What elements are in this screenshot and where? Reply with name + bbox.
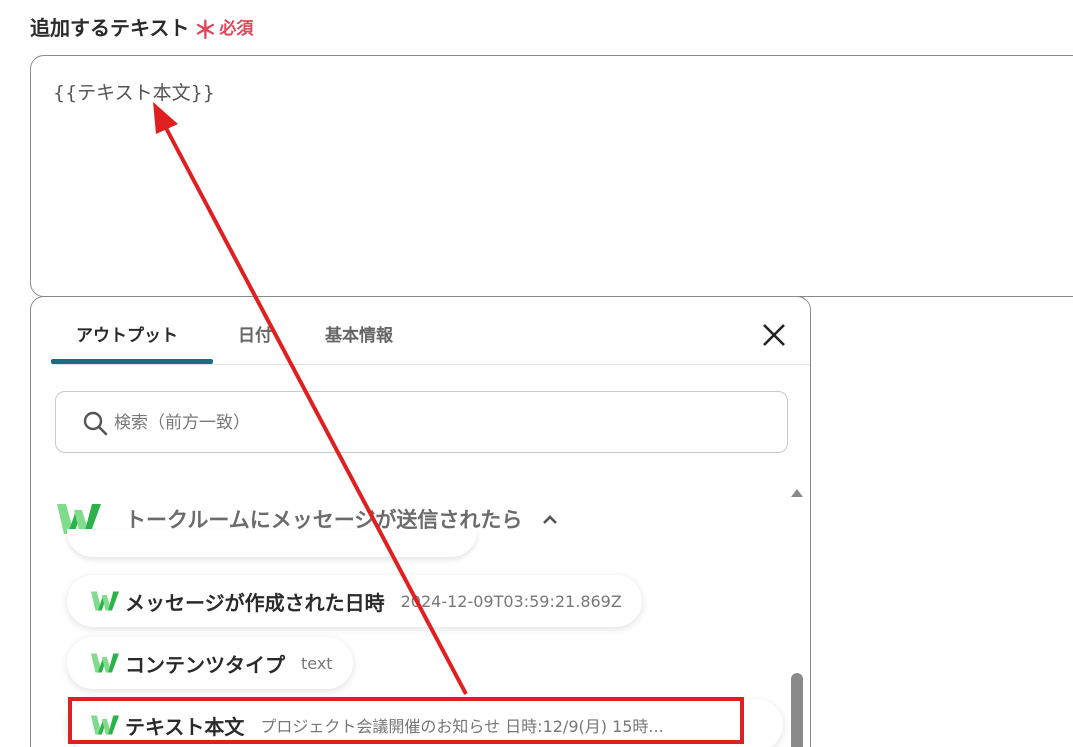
scroll-up-arrow[interactable]: [791, 489, 803, 497]
list-item-text-body[interactable]: テキスト本文 プロジェクト会議開催のお知らせ 日時:12/9(月) 15時...: [67, 699, 783, 747]
scrollbar-thumb[interactable]: [791, 673, 803, 747]
item-label: コンテンツタイプ: [125, 652, 285, 677]
list-item-created-at[interactable]: メッセージが作成された日時 2024-12-09T03:59:21.869Z: [67, 575, 642, 627]
tab-output[interactable]: アウトプット: [76, 321, 178, 346]
item-value: プロジェクト会議開催のお知らせ 日時:12/9(月) 15時...: [260, 717, 664, 736]
list-item-partial: [67, 529, 477, 557]
item-label: テキスト本文: [125, 714, 245, 739]
tab-bar: アウトプット 日付 基本情報: [51, 297, 810, 365]
required-badge: ＊ 必須: [193, 14, 254, 44]
text-input-value[interactable]: {{テキスト本文}}: [53, 78, 215, 105]
item-value: text: [301, 653, 333, 673]
required-asterisk: ＊: [193, 15, 218, 44]
app-logo-icon: [91, 653, 119, 673]
field-label: 追加するテキスト ＊ 必須: [30, 12, 254, 44]
tab-basic-info[interactable]: 基本情報: [325, 321, 393, 346]
close-icon[interactable]: [760, 321, 788, 349]
chevron-up-icon[interactable]: [540, 509, 560, 529]
item-label: メッセージが作成された日時: [125, 590, 385, 615]
field-label-text: 追加するテキスト: [30, 16, 190, 40]
app-logo-icon: [91, 715, 119, 735]
list-item-content-type[interactable]: コンテンツタイプ text: [67, 637, 353, 689]
app-logo-icon: [91, 591, 119, 611]
tab-date[interactable]: 日付: [238, 321, 272, 346]
active-tab-indicator: [51, 359, 213, 364]
search-input[interactable]: [114, 406, 714, 440]
required-text: 必須: [219, 19, 254, 39]
variable-picker-panel: アウトプット 日付 基本情報 トークルームにメッセージが送信されたら: [30, 296, 811, 747]
text-input-area[interactable]: {{テキスト本文}}: [30, 55, 1073, 297]
search-box[interactable]: [55, 391, 788, 453]
search-icon: [83, 411, 108, 436]
item-value: 2024-12-09T03:59:21.869Z: [400, 591, 622, 611]
